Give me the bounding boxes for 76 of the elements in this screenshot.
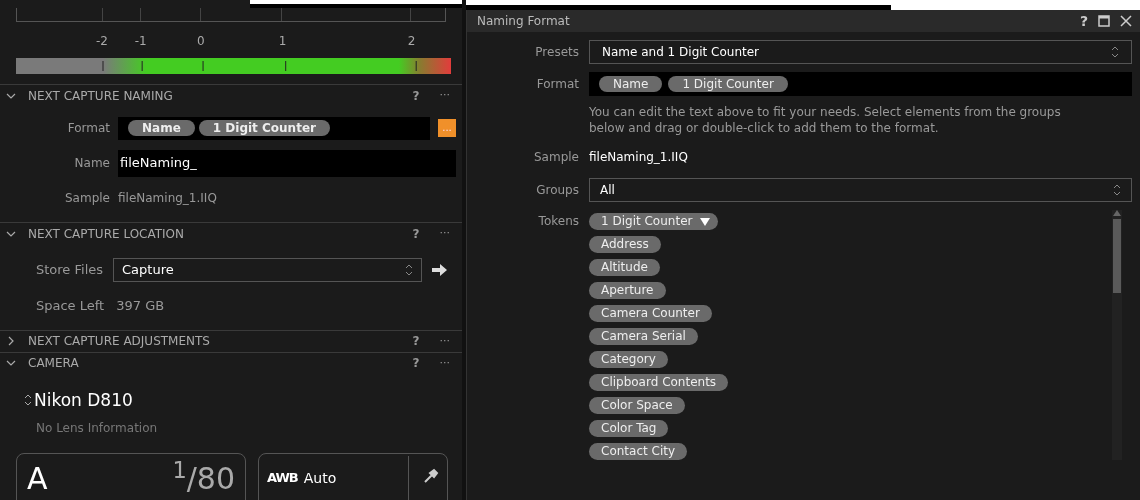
field-label: Name	[73, 155, 110, 172]
chevron-right-icon[interactable]	[6, 336, 16, 346]
scale-label: 1	[278, 33, 287, 50]
close-icon[interactable]	[1120, 15, 1132, 27]
more-icon[interactable]: ···	[439, 225, 450, 242]
section-title[interactable]: CAMERA	[28, 354, 401, 372]
store-files-select[interactable]: Capture	[113, 258, 422, 282]
token-chip[interactable]: Camera Serial	[589, 328, 698, 345]
sample-text: fileNaming_1.IIQ	[589, 149, 689, 166]
updown-icon	[1113, 184, 1121, 196]
field-label: Space Left	[36, 297, 105, 315]
name-field[interactable]: fileNaming_	[118, 149, 456, 177]
settings-card[interactable]: AWB Auto	[258, 453, 448, 500]
awb-label: AWB	[267, 469, 298, 487]
section-title[interactable]: NEXT CAPTURE ADJUSTMENTS	[28, 332, 401, 350]
token-chip[interactable]: Category	[589, 351, 668, 368]
token-chip[interactable]: Name	[599, 76, 663, 92]
wb-mode-text: Auto	[303, 469, 338, 488]
help-icon[interactable]: ?	[412, 86, 420, 105]
camera-model[interactable]: Nikon D810	[34, 387, 133, 413]
help-icon[interactable]: ?	[412, 332, 420, 350]
updown-icon	[405, 264, 413, 276]
dropdown-icon	[700, 217, 711, 226]
token-chip[interactable]: 1 Digit Counter	[668, 76, 788, 92]
arrow-right-icon[interactable]	[432, 264, 448, 276]
token-chip[interactable]: 1 Digit Counter	[198, 120, 330, 136]
help-icon[interactable]: ?	[1079, 10, 1088, 32]
token-chip[interactable]: Camera Counter	[589, 305, 712, 322]
field-label: Format	[535, 76, 579, 93]
more-icon[interactable]: ···	[439, 87, 450, 104]
field-label: Tokens	[537, 213, 579, 230]
space-left-value: 397 GB	[116, 297, 165, 315]
eyedropper-icon[interactable]	[423, 468, 439, 484]
token-chip[interactable]: Color Space	[589, 397, 685, 414]
section-title[interactable]: NEXT CAPTURE LOCATION	[28, 224, 401, 243]
token-chip[interactable]: Aperture	[589, 282, 666, 299]
help-text: You can edit the text above to fit your needs. Select elements from the groups below and drag or double-click to add them to the format.	[589, 104, 1062, 136]
field-label: Sample	[64, 190, 110, 207]
groups-select[interactable]: All	[589, 178, 1132, 202]
token-chip[interactable]: Color Tag	[589, 420, 669, 437]
token-chip[interactable]: Address	[589, 236, 661, 253]
token-chip[interactable]: 1 Digit Counter	[589, 213, 719, 230]
field-label: Presets	[534, 44, 579, 61]
format-field[interactable]: Name 1 Digit Counter	[589, 72, 1132, 96]
scrollbar[interactable]	[1112, 210, 1122, 460]
chevron-down-icon[interactable]	[6, 358, 16, 368]
more-icon[interactable]: ···	[439, 332, 450, 350]
scale-label: -1	[134, 33, 147, 50]
exposure-card[interactable]: A $^{1}$/80	[16, 453, 246, 500]
token-chip[interactable]: Clipboard Contents	[589, 374, 729, 391]
field-label: Groups	[535, 182, 579, 199]
field-label: Sample	[533, 149, 579, 166]
maximize-icon[interactable]	[1098, 15, 1110, 27]
window-title: Naming Format	[477, 13, 571, 30]
exposure-mode: A	[27, 460, 48, 498]
help-icon[interactable]: ?	[412, 224, 420, 243]
lens-info: No Lens Information	[35, 420, 159, 437]
sample-text: fileNaming_1.IIQ	[118, 190, 217, 207]
token-chip[interactable]: Altitude	[589, 259, 660, 276]
presets-select[interactable]: Name and 1 Digit Counter	[589, 40, 1132, 64]
section-title[interactable]: NEXT CAPTURE NAMING	[28, 86, 401, 105]
updown-icon[interactable]	[24, 394, 32, 407]
scale-label: 2	[407, 33, 416, 50]
token-chip[interactable]: Contact City	[589, 443, 688, 460]
field-label: Store Files	[36, 261, 104, 280]
token-chip[interactable]: Name	[128, 120, 195, 136]
more-icon[interactable]: ···	[439, 354, 450, 372]
help-icon[interactable]: ?	[412, 354, 420, 372]
field-label: Format	[66, 120, 110, 137]
shutter-speed: $^{1}$/80	[172, 456, 235, 498]
scale-label: -2	[96, 33, 108, 50]
scroll-thumb[interactable]	[1113, 219, 1121, 293]
scroll-up-icon[interactable]	[1113, 210, 1121, 216]
updown-icon	[1111, 46, 1119, 58]
scale-label: 0	[197, 33, 205, 50]
format-field[interactable]: Name 1 Digit Counter	[118, 116, 430, 140]
